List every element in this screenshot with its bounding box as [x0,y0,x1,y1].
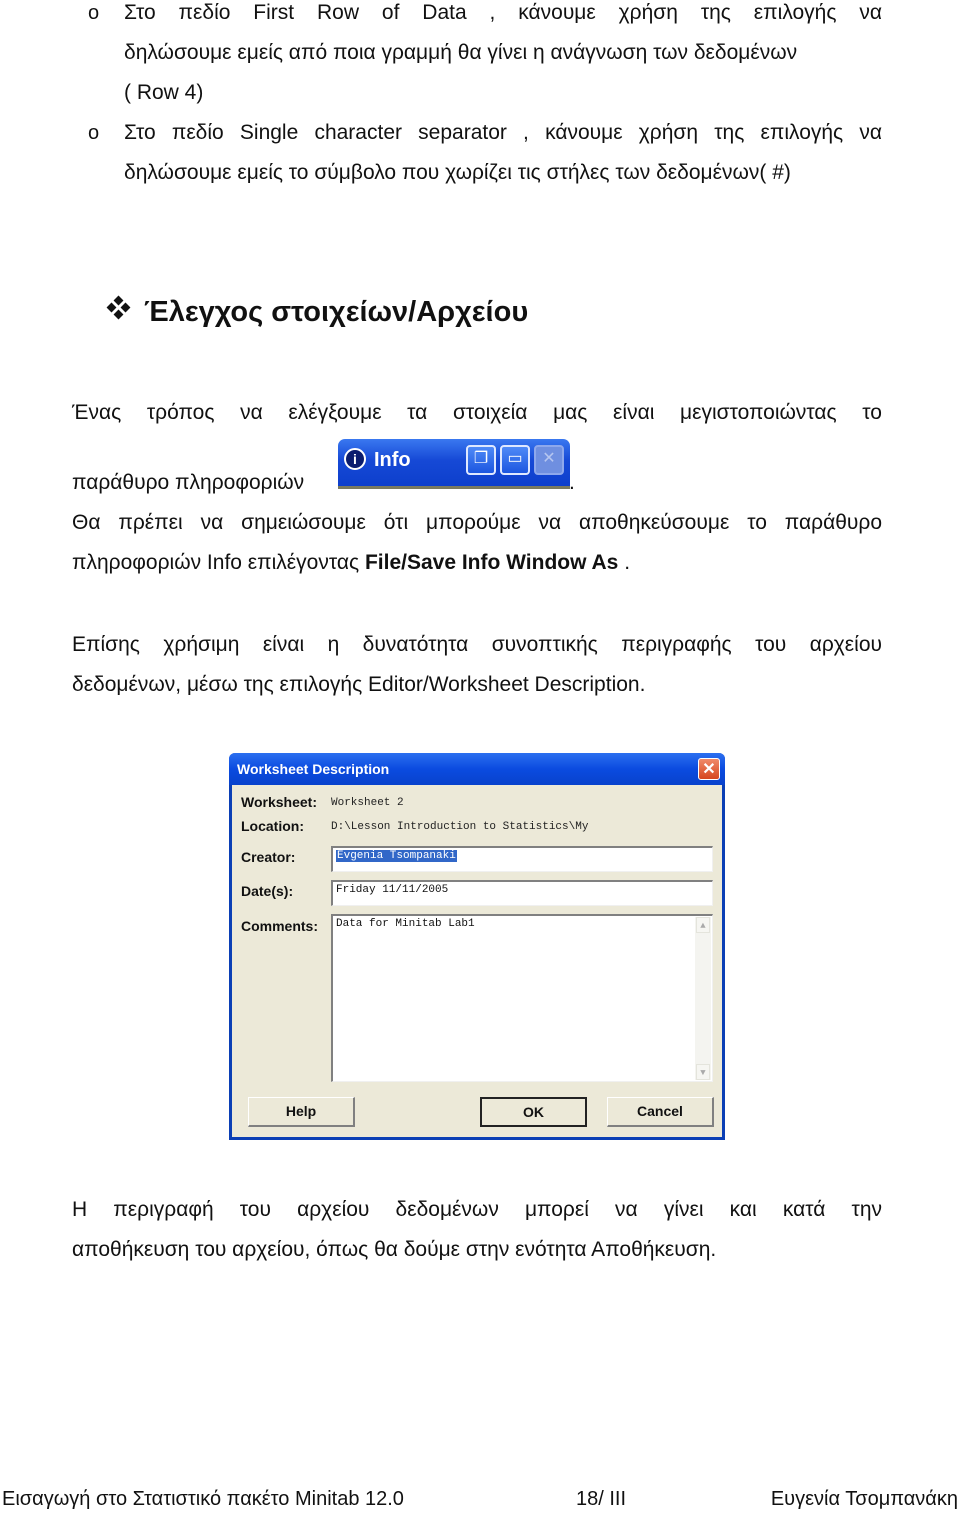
para1-line-4-end: . [618,551,631,574]
para3-line-1: Η περιγραφή του αρχείου δεδομένων μπορεί… [72,1198,882,1221]
section-title: Έλεγχος στοιχείων/Αρχείου [144,296,529,328]
dates-field[interactable]: Friday 11/11/2005 [331,880,713,906]
para1-line-1: Ένας τρόπος να ελέγξουμε τα στοιχεία μας… [72,401,882,424]
info-window-titlebar: i Info ❐ ▭ ✕ [338,439,570,489]
para3-line-2: αποθήκευση του αρχείου, όπως θα δούμε στ… [72,1238,717,1261]
para1-line-4-text: πληροφοριών Info επιλέγοντας [72,551,365,574]
bullet-2-line-1: Στο πεδίο Single character separator , κ… [124,121,882,144]
creator-field[interactable]: Evgenia Tsompanaki [331,846,713,872]
cancel-button[interactable]: Cancel [607,1097,714,1127]
para1-period: . [569,471,575,494]
comments-value: Data for Minitab Lab1 [336,918,475,930]
bullet-1-line-2: δηλώσουμε εμείς από ποια γραμμή θα γίνει… [124,41,798,64]
footer-page-number: 18/ III [576,1488,627,1510]
info-title: Info [374,449,411,471]
para1-line-4: πληροφοριών Info επιλέγοντας File/Save I… [72,550,630,576]
bullet-1-line-1: Στο πεδίο First Row of Data , κάνουμε χρ… [124,1,882,24]
bullet-2-line-2: δηλώσουμε εμείς το σύμβολο που χωρίζει τ… [124,161,791,184]
close-icon[interactable]: ✕ [698,758,720,780]
para2-line-2: δεδομένων, μέσω της επιλογής Editor/Work… [72,673,646,696]
dialog-title: Worksheet Description [237,761,390,777]
bullet-1-line-3: ( Row 4) [124,81,204,104]
restore-icon: ❐ [466,445,496,475]
comments-scrollbar[interactable]: ▲ ▼ [695,917,711,1080]
location-label: Location: [241,818,304,834]
worksheet-label: Worksheet: [241,794,317,810]
footer-author: Ευγενία Τσομπανάκη [770,1488,958,1510]
help-button[interactable]: Help [248,1097,355,1127]
scroll-up-icon[interactable]: ▲ [696,917,710,933]
diamond-bullet-icon [106,295,131,320]
bullet-marker: o [88,122,100,144]
creator-value: Evgenia Tsompanaki [336,850,457,862]
comments-textarea[interactable]: Data for Minitab Lab1 ▲ ▼ [331,914,713,1082]
info-icon: i [344,448,366,470]
bullet-marker: o [88,2,100,24]
para2-line-1: Επίσης χρήσιμη είναι η δυνατότητα συνοπτ… [72,633,882,656]
dates-label: Date(s): [241,883,294,899]
para1-line-2: παράθυρο πληροφοριών [72,471,305,494]
worksheet-description-dialog: Worksheet Description ✕ Worksheet: Works… [229,753,725,1140]
section-heading: Έλεγχος στοιχείων/Αρχείου [106,294,529,330]
para1-line-3: Θα πρέπει να σημειώσουμε ότι μπορούμε να… [72,511,882,534]
worksheet-value: Worksheet 2 [331,797,404,809]
close-icon: ✕ [534,445,564,475]
maximize-icon: ▭ [500,445,530,475]
dialog-titlebar[interactable]: Worksheet Description ✕ [229,753,725,785]
ok-button[interactable]: OK [480,1097,587,1127]
menu-path-save-info: File/Save Info Window As [364,551,619,574]
scroll-down-icon[interactable]: ▼ [696,1064,710,1080]
comments-label: Comments: [241,918,319,934]
creator-label: Creator: [241,849,296,865]
location-value: D:\Lesson Introduction to Statistics\My [331,821,589,833]
footer-title: Εισαγωγή στο Στατιστικό πακέτο Minitab 1… [2,1488,404,1510]
